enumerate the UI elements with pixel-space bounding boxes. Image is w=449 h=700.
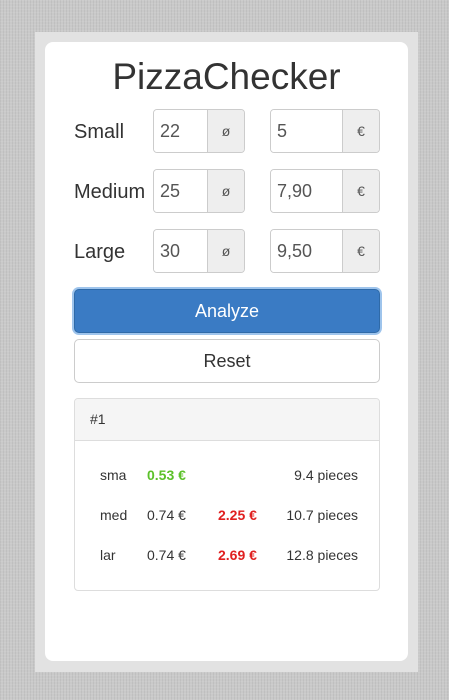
diameter-group-small: ø [153,109,245,153]
price-group-small: € [270,109,380,153]
currency-addon-icon: € [342,110,379,152]
currency-addon-icon: € [342,230,379,272]
result-size-name: lar [100,547,116,563]
price-input-medium[interactable] [271,170,342,212]
price-input-small[interactable] [271,110,342,152]
diameter-input-large[interactable] [154,230,207,272]
results-heading: #1 [75,399,379,441]
result-size-name: med [100,507,128,523]
currency-addon-icon: € [342,170,379,212]
diameter-addon-icon: ø [207,110,244,152]
diameter-addon-icon: ø [207,170,244,212]
results-panel: #1 sma 0.53 € 9.4 pieces med 0.74 € 2.25… [74,398,380,591]
price-group-medium: € [270,169,380,213]
result-row-large: lar 0.74 € 2.69 € 12.8 pieces [75,545,379,565]
result-price-per-unit: 0.74 € [147,547,186,563]
size-label-medium: Medium [74,181,146,203]
diameter-addon-icon: ø [207,230,244,272]
result-price-difference: 2.69 € [218,547,257,563]
page-title: PizzaChecker [112,56,341,97]
diameter-group-large: ø [153,229,245,273]
result-price-per-unit: 0.53 € [147,467,186,483]
price-group-large: € [270,229,380,273]
diameter-input-small[interactable] [154,110,207,152]
price-input-large[interactable] [271,230,342,272]
result-pieces: 10.7 pieces [286,507,358,523]
result-price-difference: 2.25 € [218,507,257,523]
result-price-per-unit: 0.74 € [147,507,186,523]
reset-button[interactable]: Reset [74,339,380,383]
result-size-name: sma [100,467,127,483]
result-row-small: sma 0.53 € 9.4 pieces [75,465,379,485]
result-pieces: 12.8 pieces [286,547,358,563]
result-pieces: 9.4 pieces [294,467,358,483]
diameter-group-medium: ø [153,169,245,213]
result-row-medium: med 0.74 € 2.25 € 10.7 pieces [75,505,379,525]
diameter-input-medium[interactable] [154,170,207,212]
size-label-large: Large [74,241,126,263]
analyze-button[interactable]: Analyze [74,289,380,333]
size-label-small: Small [74,121,125,143]
